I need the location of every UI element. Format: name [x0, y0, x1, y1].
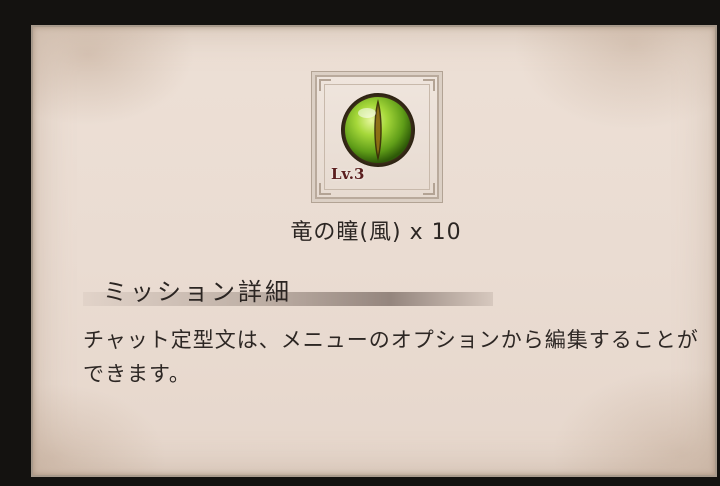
frame-corner-ornament: [423, 183, 435, 195]
mission-detail-panel: Lv.3 竜の瞳(風) x 10 ミッション詳細 チャット定型文は、メニューのオ…: [31, 25, 717, 477]
reward-item-frame[interactable]: Lv.3: [315, 75, 439, 199]
frame-corner-ornament: [423, 79, 435, 91]
dragon-eye-icon: [341, 93, 415, 167]
item-level-label: Lv.3: [331, 165, 365, 183]
frame-corner-ornament: [319, 183, 331, 195]
reward-item-name: 竜の瞳(風) x 10: [290, 220, 462, 245]
frame-corner-ornament: [319, 79, 331, 91]
mission-detail-heading: ミッション詳細: [103, 278, 292, 306]
screen: Lv.3 竜の瞳(風) x 10 ミッション詳細 チャット定型文は、メニューのオ…: [0, 0, 720, 486]
mission-description: チャット定型文は、メニューのオプションから編集することができます。: [83, 328, 699, 386]
